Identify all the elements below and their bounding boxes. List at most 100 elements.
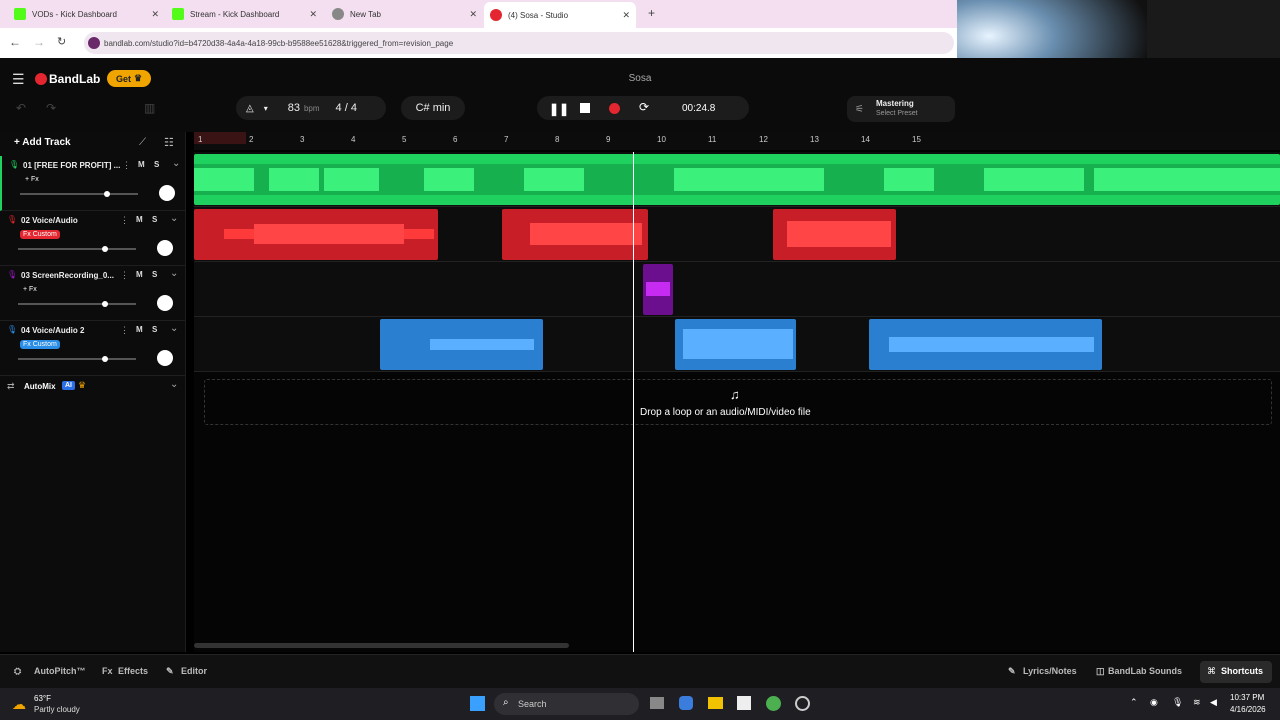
tuner-icon[interactable]: ⟋ bbox=[139, 137, 146, 148]
track-lane[interactable] bbox=[194, 207, 1280, 262]
track-row[interactable]: 🎙 03 ScreenRecording_0... + Fx ⋮ M S ⌄ bbox=[0, 266, 186, 321]
track-lane[interactable] bbox=[194, 262, 1280, 317]
stop-icon[interactable] bbox=[580, 103, 590, 113]
chevron-down-icon[interactable]: ⌄ bbox=[170, 323, 178, 334]
bpm-value[interactable]: 83 bbox=[288, 102, 300, 114]
close-icon[interactable]: ✕ bbox=[469, 9, 477, 20]
chevron-up-icon[interactable]: ⌃ bbox=[1130, 697, 1138, 708]
volume-slider[interactable] bbox=[20, 191, 138, 197]
track-lane[interactable] bbox=[194, 317, 1280, 372]
time-signature[interactable]: 4 / 4 bbox=[336, 102, 357, 114]
mute-button[interactable]: M bbox=[136, 270, 143, 279]
track-name[interactable]: 01 [FREE FOR PROFIT] ... bbox=[23, 161, 120, 170]
forward-icon[interactable]: → bbox=[33, 35, 45, 49]
volume-icon[interactable]: ◀ bbox=[1210, 697, 1217, 708]
audio-clip[interactable] bbox=[869, 319, 1102, 370]
playhead[interactable] bbox=[633, 152, 634, 652]
tray-app-icon[interactable]: ◉ bbox=[1150, 697, 1158, 708]
bandlab-logo[interactable]: BandLab bbox=[49, 72, 100, 86]
pan-knob[interactable] bbox=[159, 185, 175, 201]
slider-handle[interactable] bbox=[104, 191, 110, 197]
mute-button[interactable]: M bbox=[138, 160, 145, 169]
key-selector[interactable]: C# min bbox=[401, 96, 465, 120]
solo-button[interactable]: S bbox=[154, 160, 159, 169]
record-icon[interactable] bbox=[609, 103, 620, 114]
fx-button[interactable]: + Fx bbox=[22, 175, 42, 184]
fx-button[interactable]: Fx Custom bbox=[20, 230, 60, 239]
task-view-icon[interactable] bbox=[650, 697, 664, 709]
close-icon[interactable]: ✕ bbox=[622, 10, 630, 21]
track-name[interactable]: 02 Voice/Audio bbox=[21, 216, 78, 225]
autopitch-button[interactable]: AutoPitch™ bbox=[34, 666, 86, 676]
slider-handle[interactable] bbox=[102, 301, 108, 307]
drop-zone[interactable]: ♫ Drop a loop or an audio/MIDI/video fil… bbox=[204, 379, 1272, 425]
track-row[interactable]: 🎙 04 Voice/Audio 2 Fx Custom ⋮ M S ⌄ bbox=[0, 321, 186, 376]
volume-slider[interactable] bbox=[18, 246, 136, 252]
volume-slider[interactable] bbox=[18, 301, 136, 307]
copilot-icon[interactable] bbox=[679, 696, 693, 710]
audio-clip[interactable] bbox=[380, 319, 543, 370]
undo-icon[interactable]: ↶ bbox=[16, 101, 26, 115]
bandlab-sounds-button[interactable]: BandLab Sounds bbox=[1108, 666, 1182, 676]
pause-icon[interactable]: ❚❚ bbox=[549, 102, 569, 116]
editor-button[interactable]: Editor bbox=[181, 666, 207, 676]
close-icon[interactable]: ✕ bbox=[151, 9, 159, 20]
video-clip[interactable] bbox=[643, 264, 673, 315]
pan-knob[interactable] bbox=[157, 295, 173, 311]
file-explorer-icon[interactable] bbox=[708, 697, 723, 709]
browser-tab-active[interactable]: (4) Sosa - Studio ✕ bbox=[484, 2, 636, 28]
piano-icon[interactable]: ▥ bbox=[144, 101, 155, 115]
browser-tab[interactable]: VODs - Kick Dashboard ✕ bbox=[14, 4, 159, 24]
mute-button[interactable]: M bbox=[136, 325, 143, 334]
pan-knob[interactable] bbox=[157, 240, 173, 256]
get-membership-button[interactable]: Get ♛ bbox=[107, 70, 151, 87]
browser-tab[interactable]: New Tab ✕ bbox=[332, 4, 477, 24]
solo-button[interactable]: S bbox=[152, 215, 157, 224]
chevron-down-icon[interactable]: ⌄ bbox=[170, 213, 178, 224]
solo-button[interactable]: S bbox=[152, 270, 157, 279]
more-icon[interactable]: ⋮ bbox=[120, 325, 129, 336]
obs-icon[interactable] bbox=[795, 696, 810, 711]
fx-button[interactable]: + Fx bbox=[20, 285, 40, 294]
store-icon[interactable] bbox=[737, 696, 751, 710]
more-icon[interactable]: ⋮ bbox=[122, 160, 131, 171]
slider-handle[interactable] bbox=[102, 356, 108, 362]
arrangement-area[interactable]: ♫ Drop a loop or an audio/MIDI/video fil… bbox=[194, 152, 1280, 652]
track-lane[interactable] bbox=[194, 152, 1280, 207]
project-title[interactable]: Sosa bbox=[590, 73, 690, 84]
track-row[interactable]: 🎙 02 Voice/Audio Fx Custom ⋮ M S ⌄ bbox=[0, 211, 186, 266]
shortcuts-button[interactable]: ⌘ Shortcuts bbox=[1200, 661, 1272, 683]
site-info-icon[interactable] bbox=[88, 37, 100, 49]
fx-button[interactable]: Fx Custom bbox=[20, 340, 60, 349]
redo-icon[interactable]: ↷ bbox=[46, 101, 56, 115]
audio-clip[interactable] bbox=[194, 209, 438, 260]
mute-button[interactable]: M bbox=[136, 215, 143, 224]
audio-clip[interactable] bbox=[773, 209, 896, 260]
browser-tab[interactable]: Stream - Kick Dashboard ✕ bbox=[172, 4, 317, 24]
weather-temp[interactable]: 63°F bbox=[34, 694, 51, 703]
volume-slider[interactable] bbox=[18, 356, 136, 362]
chevron-down-icon[interactable]: ⌄ bbox=[170, 268, 178, 279]
chevron-down-icon[interactable]: ⌄ bbox=[172, 158, 180, 169]
audio-clip[interactable] bbox=[194, 154, 1280, 205]
loop-icon[interactable]: ⟳ bbox=[639, 100, 649, 114]
clock-date[interactable]: 4/16/2026 bbox=[1230, 705, 1266, 714]
settings-icon[interactable]: ☷ bbox=[164, 136, 174, 149]
solo-button[interactable]: S bbox=[152, 325, 157, 334]
back-icon[interactable]: ← bbox=[9, 35, 21, 49]
chrome-icon[interactable] bbox=[766, 696, 781, 711]
automix-row[interactable]: ⇄ AutoMix AI ♛ ⌄ bbox=[0, 376, 186, 398]
track-row[interactable]: 🎙 01 [FREE FOR PROFIT] ... + Fx ⋮ M S ⌄ bbox=[0, 156, 186, 211]
slider-handle[interactable] bbox=[102, 246, 108, 252]
windows-start-icon[interactable] bbox=[470, 696, 485, 711]
reload-icon[interactable]: ↻ bbox=[57, 35, 66, 48]
mastering-button[interactable]: ⚟ Mastering Select Preset bbox=[847, 96, 955, 122]
chevron-down-icon[interactable]: ⌄ bbox=[170, 379, 178, 390]
metronome-icon[interactable]: ◬ bbox=[246, 103, 254, 114]
url-field[interactable]: bandlab.com/studio?id=b4720d38-4a4a-4a18… bbox=[84, 32, 954, 54]
menu-icon[interactable]: ☰ bbox=[12, 71, 25, 88]
wifi-icon[interactable]: ≋ bbox=[1193, 697, 1201, 708]
taskbar-search[interactable]: ⌕ Search bbox=[494, 693, 639, 715]
mic-tray-icon[interactable]: 🎙 bbox=[1172, 697, 1183, 708]
audio-clip[interactable] bbox=[502, 209, 648, 260]
